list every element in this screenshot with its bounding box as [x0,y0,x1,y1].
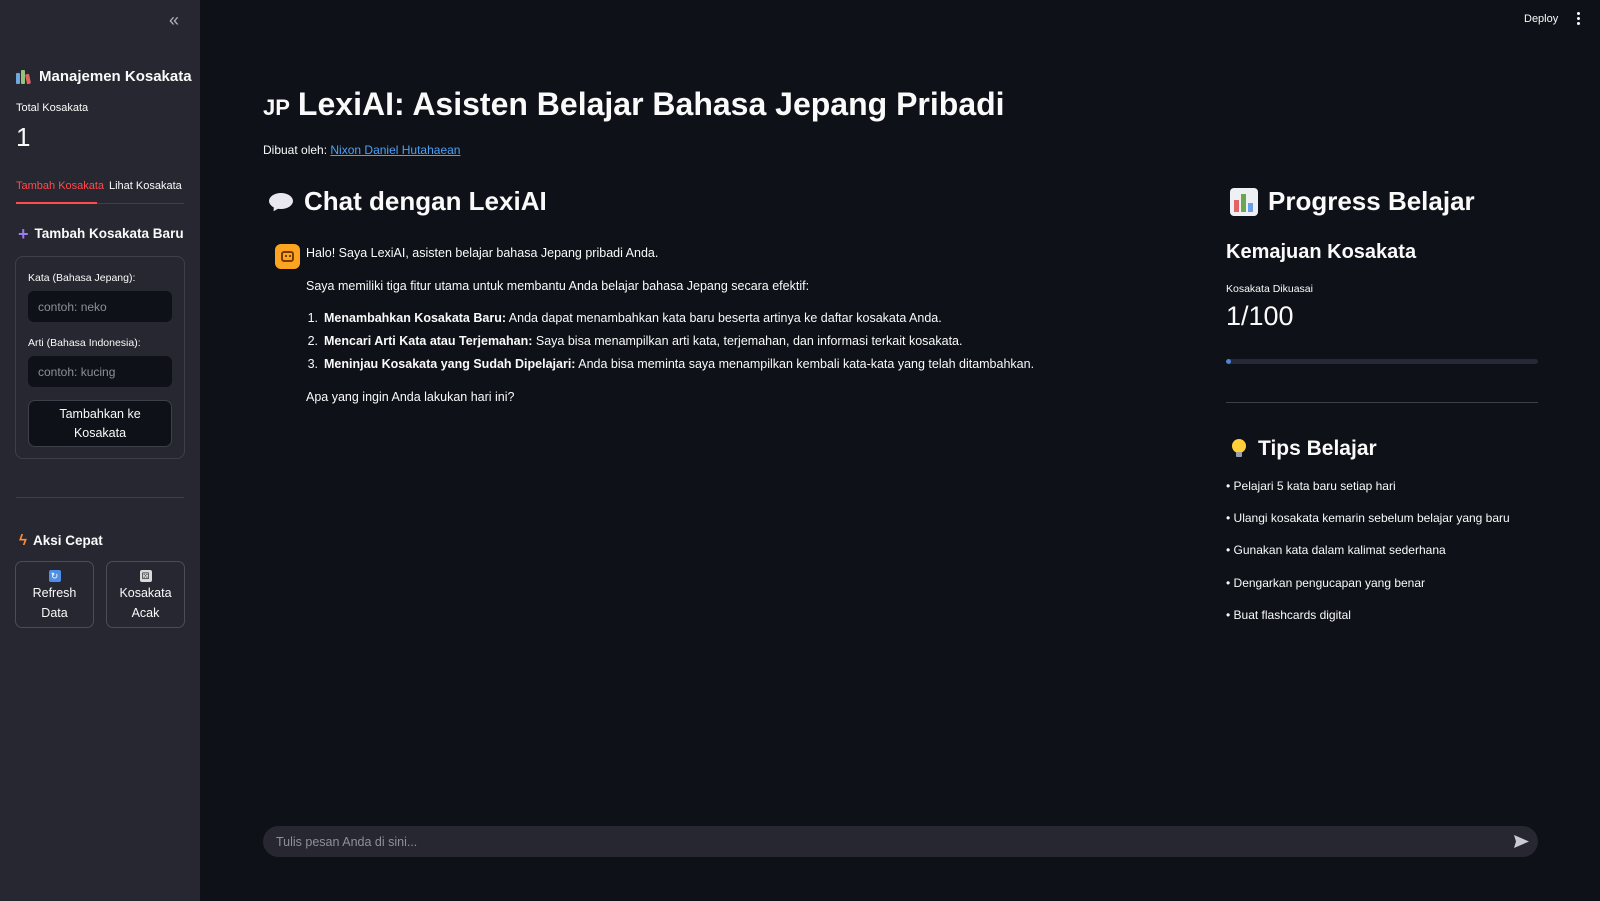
chat-input[interactable] [263,826,1493,857]
vocab-progress-fill [1226,359,1231,364]
quick-actions-heading-text: Aksi Cepat [32,533,103,548]
total-vocab-value: 1 [16,122,31,152]
lightning-icon: ϟ [19,532,27,549]
quick-actions-heading: ϟ Aksi Cepat [19,532,103,549]
sidebar-title: Manajemen Kosakata [16,68,192,85]
add-vocab-heading: + Tambah Kosakata Baru [18,223,184,244]
random-button-line1: Kosakata [119,586,172,600]
sidebar-divider [16,497,184,498]
deploy-button[interactable]: Deploy [1524,13,1558,25]
tab-lihat-kosakata[interactable]: Lihat Kosakata [109,180,182,192]
vertical-dots-icon[interactable] [1572,12,1584,28]
list-item: 3. Meninjau Kosakata yang Sudah Dipelajar… [307,357,1035,371]
collapse-sidebar-icon[interactable]: « [164,10,184,30]
word-field-label: Kata (Bahasa Jepang): [28,272,136,284]
tab-tambah-kosakata[interactable]: Tambah Kosakata [16,180,104,192]
vocab-progress-bar [1226,359,1538,364]
random-button-line2: Acak [131,606,160,620]
chat-heading: Chat dengan LexiAI [268,186,547,217]
books-icon [16,69,33,84]
meaning-field[interactable] [28,356,172,387]
mastered-vocab-value: 1/100 [1226,301,1294,331]
sidebar-tabs: Tambah Kosakata Lihat Kosakata [16,178,184,204]
list-item: • Pelajari 5 kata baru setiap hari [1226,479,1396,493]
add-vocab-button-line1: Tambahkan ke [59,406,141,421]
total-vocab-label: Total Kosakata [16,102,89,114]
refresh-button-line1: Refresh [32,586,77,600]
bot-avatar-icon [275,244,300,269]
tips-heading-text: Tips Belajar [1258,437,1377,460]
list-item: 1. Menambahkan Kosakata Baru: Anda dapat … [307,311,942,325]
add-vocab-button-line2: Kosakata [73,425,127,440]
list-item: • Dengarkan pengucapan yang benar [1226,576,1426,590]
credit-line: Dibuat oleh: Nixon Daniel Hutahaean [263,143,460,157]
list-item: • Ulangi kosakata kemarin sebelum belaja… [1226,511,1510,525]
refresh-button-line2: Data [41,606,68,620]
jp-flag-badge: JP [263,95,290,120]
vocab-progress-subheading: Kemajuan Kosakata [1226,241,1417,263]
active-tab-indicator [16,202,97,204]
chat-heading-text: Chat dengan LexiAI [304,186,547,216]
meaning-field-label: Arti (Bahasa Indonesia): [28,337,141,349]
list-item: • Buat flashcards digital [1226,608,1351,622]
refresh-icon: ↻ [48,570,61,582]
message-closing: Apa yang ingin Anda lakukan hari ini? [306,390,515,404]
credit-prefix: Dibuat oleh: [263,143,328,157]
dice-icon: ⚄ [139,570,152,582]
page-title-text: LexiAI: Asisten Belajar Bahasa Jepang Pr… [297,86,1005,122]
sidebar: « Manajemen Kosakata Total Kosakata 1 Ta… [0,0,200,901]
message-intro: Saya memiliki tiga fitur utama untuk mem… [306,279,810,293]
progress-heading-text: Progress Belajar [1268,186,1475,216]
chat-input-container [263,826,1538,857]
refresh-data-button[interactable]: ↻ Refresh Data [15,561,94,628]
list-item: 2. Mencari Arti Kata atau Terjemahan: Say… [307,334,963,348]
progress-divider [1226,402,1538,403]
mastered-vocab-label: Kosakata Dikuasai [1226,283,1313,295]
page-title: JP LexiAI: Asisten Belajar Bahasa Jepang… [263,86,1005,123]
word-field[interactable] [28,291,172,322]
light-bulb-icon [1232,439,1246,459]
add-vocab-form: Kata (Bahasa Jepang): Arti (Bahasa Indon… [15,256,185,459]
add-vocab-button[interactable]: Tambahkan ke Kosakata [28,400,172,447]
list-item: • Gunakan kata dalam kalimat sederhana [1226,543,1446,557]
progress-heading: Progress Belajar [1230,186,1475,217]
plus-icon: + [18,223,29,244]
bar-chart-icon [1230,187,1258,216]
author-link[interactable]: Nixon Daniel Hutahaean [330,143,460,157]
random-vocab-button[interactable]: ⚄ Kosakata Acak [106,561,185,628]
message-greeting: Halo! Saya LexiAI, asisten belajar bahas… [306,246,659,260]
speech-bubble-icon [268,192,294,212]
add-vocab-heading-text: Tambah Kosakata Baru [34,226,184,241]
tips-heading: Tips Belajar [1232,437,1377,461]
sidebar-title-text: Manajemen Kosakata [39,68,192,85]
send-icon[interactable] [1513,834,1530,849]
